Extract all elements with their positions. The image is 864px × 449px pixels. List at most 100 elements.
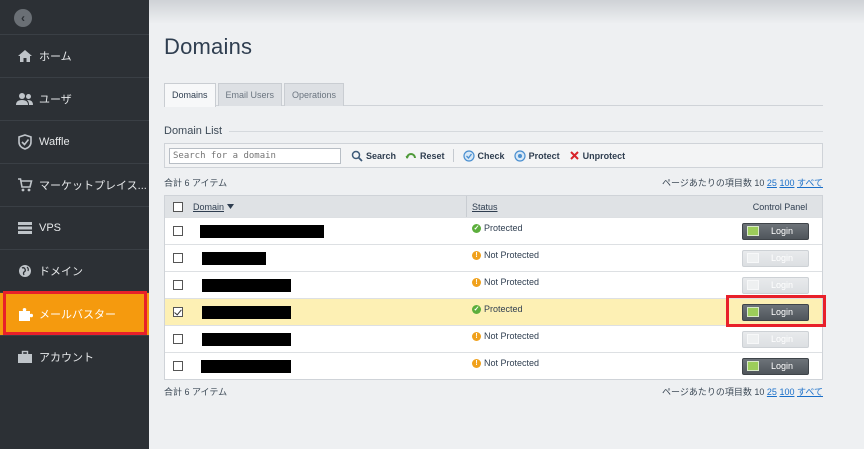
column-header-control-panel: Control Panel — [752, 201, 808, 212]
sidebar-item-account[interactable]: アカウント — [0, 335, 149, 378]
sidebar-item-waffle[interactable]: Waffle — [0, 120, 149, 163]
select-all-checkbox[interactable] — [172, 201, 183, 212]
login-button[interactable]: Login — [742, 330, 809, 348]
row-checkbox[interactable] — [172, 361, 183, 371]
column-header-status[interactable]: Status — [467, 196, 738, 217]
reset-icon — [405, 150, 417, 162]
protect-icon — [513, 149, 526, 162]
users-icon — [16, 90, 34, 108]
per-page-option[interactable]: 25 — [767, 387, 777, 397]
sort-down-icon — [226, 204, 234, 209]
per-page-selector: ページあたりの項目数 10 25 100 すべて — [662, 176, 823, 189]
login-button[interactable]: Login — [742, 249, 809, 267]
sidebar-item-users[interactable]: ユーザ — [0, 77, 149, 120]
sidebar-item-label: メールバスター — [39, 309, 116, 321]
domain-cell — [190, 326, 467, 353]
login-button[interactable]: Login — [742, 357, 809, 375]
control-panel-icon — [747, 226, 759, 236]
protect-button[interactable]: Protect — [513, 149, 560, 162]
per-page-option[interactable]: 100 — [779, 178, 794, 188]
check-circle-icon — [462, 149, 475, 162]
tab-operations[interactable]: Operations — [284, 83, 345, 106]
table-row[interactable]: ! Not Protected Login — [165, 271, 822, 298]
per-page-option[interactable]: すべて — [797, 178, 823, 188]
sidebar-item-label: ホーム — [39, 51, 72, 63]
control-panel-icon — [747, 361, 759, 371]
domain-cell — [190, 245, 467, 272]
login-button[interactable]: Login — [742, 222, 809, 240]
tab-email-users[interactable]: Email Users — [217, 83, 283, 106]
sidebar-item-mailbuster[interactable]: メールバスター — [0, 292, 149, 335]
warning-status-icon: ! — [472, 277, 481, 287]
reset-button-label: Reset — [420, 150, 445, 161]
domain-cell — [190, 353, 467, 380]
item-count: 合計 6 アイテム — [164, 178, 228, 188]
control-panel-icon — [747, 253, 759, 263]
login-button[interactable]: Login — [742, 303, 809, 321]
search-input[interactable] — [169, 147, 341, 164]
domain-cell — [190, 299, 467, 326]
search-button[interactable]: Search — [351, 150, 396, 162]
status-cell: ! Not Protected — [467, 250, 738, 260]
per-page-option[interactable]: 25 — [767, 178, 777, 188]
main-content: Domains Domains Email Users Operations D… — [149, 0, 864, 449]
table-row[interactable]: ! Not Protected Login — [165, 352, 822, 379]
table-row[interactable]: ✓ Protected Login — [165, 217, 822, 244]
status-cell: ! Not Protected — [467, 331, 738, 341]
tab-domains[interactable]: Domains — [164, 83, 216, 107]
row-checkbox[interactable] — [172, 253, 183, 263]
warning-status-icon: ! — [472, 331, 481, 341]
redacted-domain — [200, 224, 324, 238]
domain-toolbar: Search Reset Check Protect Unprotect — [164, 143, 823, 168]
sidebar-nav: ホーム ユーザ Waffle マーケットプレイス... VPS ドメイン メール… — [0, 34, 149, 378]
login-button[interactable]: Login — [742, 276, 809, 294]
section-divider — [229, 131, 823, 132]
per-page-label: ページあたりの項目数 — [662, 387, 752, 397]
status-cell: ! Not Protected — [467, 277, 738, 287]
check-button[interactable]: Check — [462, 149, 505, 162]
check-button-label: Check — [477, 150, 505, 161]
row-checkbox[interactable] — [172, 226, 183, 236]
status-cell: ✓ Protected — [472, 223, 523, 233]
home-icon — [16, 47, 34, 65]
reset-button[interactable]: Reset — [405, 150, 445, 162]
search-button-label: Search — [366, 150, 397, 161]
per-page-option[interactable]: すべて — [797, 387, 823, 397]
item-count-bottom: 合計 6 アイテム — [164, 387, 228, 397]
table-row[interactable]: ! Not Protected Login — [165, 325, 822, 352]
per-page-option[interactable]: 100 — [779, 387, 794, 397]
redacted-domain — [201, 359, 291, 373]
sidebar-item-label: マーケットプレイス... — [39, 180, 147, 192]
check-status-icon: ✓ — [472, 223, 481, 233]
table-header: Domain Status Control Panel — [165, 196, 822, 217]
sidebar-item-vps[interactable]: VPS — [0, 206, 149, 249]
column-header-domain[interactable]: Domain — [190, 196, 467, 217]
toolbar-separator — [452, 149, 454, 162]
redacted-domain — [202, 332, 291, 346]
puzzle-icon — [16, 305, 34, 323]
shield-icon — [16, 133, 34, 151]
sidebar-item-label: アカウント — [39, 352, 94, 364]
control-panel-icon — [747, 334, 759, 344]
server-icon — [16, 219, 34, 237]
collapse-sidebar-icon[interactable]: ‹ — [14, 9, 32, 27]
magnifier-icon — [351, 150, 363, 162]
sidebar-item-home[interactable]: ホーム — [0, 34, 149, 77]
table-row[interactable]: ! Not Protected Login — [165, 244, 822, 271]
row-checkbox[interactable] — [172, 307, 183, 317]
sidebar-item-label: ユーザ — [39, 94, 72, 106]
x-icon — [569, 150, 580, 161]
row-checkbox[interactable] — [172, 334, 183, 344]
sidebar-item-domain[interactable]: ドメイン — [0, 249, 149, 292]
sidebar-item-label: VPS — [39, 222, 62, 234]
domain-table: Domain Status Control Panel ✓ Protected L… — [164, 195, 823, 380]
section-title: Domain List — [164, 125, 223, 137]
warning-status-icon: ! — [472, 250, 481, 260]
globe-icon — [16, 262, 34, 280]
sidebar-item-marketplace[interactable]: マーケットプレイス... — [0, 163, 149, 206]
protect-button-label: Protect — [528, 150, 560, 161]
unprotect-button[interactable]: Unprotect — [569, 150, 625, 161]
table-row[interactable]: ✓ Protected Login — [165, 298, 822, 325]
row-checkbox[interactable] — [172, 280, 183, 290]
check-status-icon: ✓ — [472, 304, 481, 314]
